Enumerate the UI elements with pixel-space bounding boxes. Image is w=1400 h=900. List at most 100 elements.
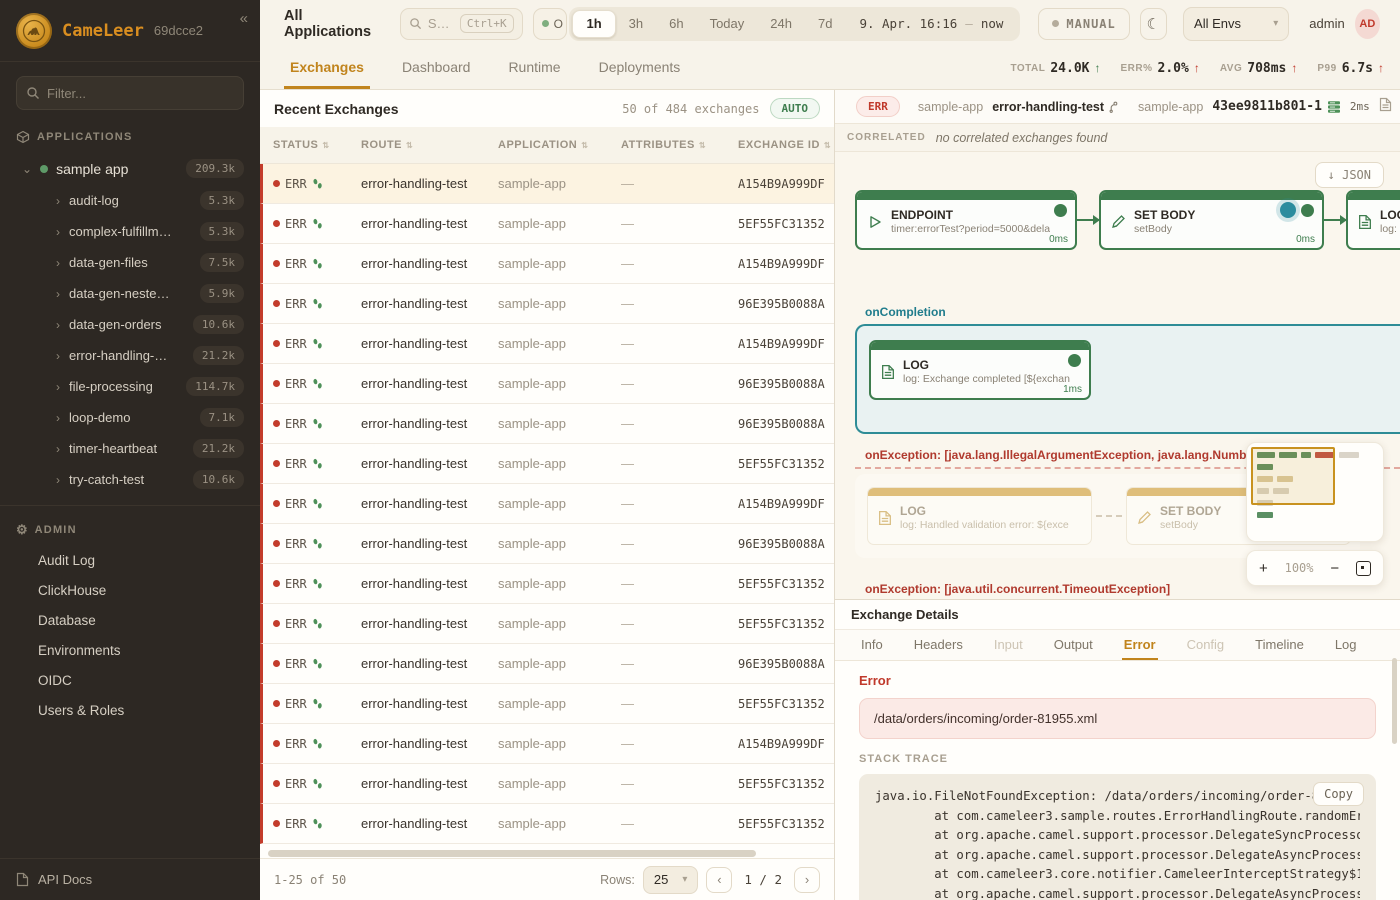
- exchange-id[interactable]: 43ee9811b801-1: [1212, 99, 1341, 114]
- column-header[interactable]: EXCHANGE ID ⇅: [738, 139, 834, 151]
- zoom-out-button[interactable]: −: [1330, 560, 1339, 577]
- table-row[interactable]: ERR error-handling-test sample-app — 96E…: [260, 404, 834, 444]
- horizontal-scrollbar-thumb[interactable]: [268, 850, 756, 857]
- table-row[interactable]: ERR error-handling-test sample-app — A15…: [260, 324, 834, 364]
- node-log[interactable]: LOG log: Sta: [1346, 190, 1400, 250]
- admin-nav-item[interactable]: Users & Roles: [0, 696, 260, 726]
- sidebar-route-item[interactable]: › error-handling-… 21.2k: [0, 340, 260, 371]
- admin-nav-item[interactable]: ClickHouse: [0, 576, 260, 606]
- selected-step-dot[interactable]: [1280, 202, 1296, 218]
- sidebar-route-item[interactable]: › audit-log 5.3k: [0, 185, 260, 216]
- diagram-minimap[interactable]: [1246, 442, 1384, 542]
- search-input[interactable]: [428, 16, 454, 31]
- time-range-button[interactable]: 3h: [616, 10, 656, 38]
- column-header[interactable]: ATTRIBUTES ⇅: [621, 139, 738, 151]
- table-row[interactable]: ERR error-handling-test sample-app — 96E…: [260, 644, 834, 684]
- next-page-button[interactable]: ›: [794, 867, 820, 893]
- column-header[interactable]: APPLICATION ⇅: [498, 139, 621, 151]
- node-title: ENDPOINT: [891, 208, 1050, 222]
- auto-refresh-badge[interactable]: AUTO: [770, 98, 821, 119]
- minimap-viewport[interactable]: [1251, 447, 1335, 505]
- table-row[interactable]: ERR error-handling-test sample-app — 5EF…: [260, 684, 834, 724]
- details-tab[interactable]: Timeline: [1253, 630, 1306, 660]
- sidebar-route-item[interactable]: › file-processing 114.7k: [0, 371, 260, 402]
- admin-nav-item[interactable]: OIDC: [0, 666, 260, 696]
- time-range-display[interactable]: 9. Apr. 16:16 – now: [845, 16, 1017, 31]
- table-row[interactable]: ERR error-handling-test sample-app — A15…: [260, 724, 834, 764]
- sidebar-route-item[interactable]: › complex-fulfillm… 5.3k: [0, 216, 260, 247]
- environment-select[interactable]: All Envs ▾: [1183, 7, 1289, 41]
- sidebar-collapse-icon[interactable]: «: [240, 10, 248, 27]
- details-tab[interactable]: Log: [1333, 630, 1359, 660]
- route-cell: error-handling-test: [361, 216, 498, 231]
- exchange-id-cell: A154B9A999DF: [738, 737, 834, 751]
- table-row[interactable]: ERR error-handling-test sample-app — 5EF…: [260, 764, 834, 804]
- table-row[interactable]: ERR error-handling-test sample-app — A15…: [260, 244, 834, 284]
- table-row[interactable]: ERR error-handling-test sample-app — A15…: [260, 164, 834, 204]
- node-exception-log[interactable]: LOG log: Handled validation error: ${exc…: [867, 487, 1092, 545]
- details-tab[interactable]: Input: [992, 630, 1025, 660]
- route-cell: error-handling-test: [361, 296, 498, 311]
- table-row[interactable]: ERR error-handling-test sample-app — 5EF…: [260, 204, 834, 244]
- zoom-in-button[interactable]: +: [1259, 560, 1268, 577]
- time-range-button[interactable]: 6h: [656, 10, 696, 38]
- details-tab[interactable]: Headers: [912, 630, 965, 660]
- attributes-cell: —: [621, 696, 738, 711]
- table-row[interactable]: ERR error-handling-test sample-app — 5EF…: [260, 564, 834, 604]
- manual-refresh-button[interactable]: MANUAL: [1038, 8, 1129, 40]
- table-row[interactable]: ERR error-handling-test sample-app — 5EF…: [260, 604, 834, 644]
- admin-nav-item[interactable]: Database: [0, 606, 260, 636]
- sidebar-route-item[interactable]: › data-gen-orders 10.6k: [0, 309, 260, 340]
- node-endpoint[interactable]: ENDPOINT timer:errorTest?period=5000&del…: [855, 190, 1077, 250]
- time-range-button[interactable]: 1h: [572, 10, 615, 38]
- api-docs-link[interactable]: API Docs: [0, 858, 260, 900]
- time-range-button[interactable]: 24h: [757, 10, 805, 38]
- route-diagram-canvas[interactable]: ↓ JSON ENDPOINT timer:errorTest?period=5…: [835, 152, 1400, 599]
- node-completion-log[interactable]: LOG log: Exchange completed [${exchan 1m…: [869, 340, 1091, 400]
- details-tab[interactable]: Config: [1185, 630, 1227, 660]
- avatar[interactable]: AD: [1355, 9, 1380, 39]
- nav-tab[interactable]: Dashboard: [396, 47, 477, 89]
- stack-trace-box[interactable]: Copy java.io.FileNotFoundException: /dat…: [859, 774, 1376, 900]
- table-row[interactable]: ERR error-handling-test sample-app — 5EF…: [260, 804, 834, 844]
- copy-button[interactable]: Copy: [1313, 782, 1364, 806]
- filter-input[interactable]: [16, 76, 244, 110]
- sidebar-route-item[interactable]: › try-catch-test 10.6k: [0, 464, 260, 495]
- nav-tab[interactable]: Exchanges: [284, 47, 370, 89]
- column-header[interactable]: ROUTE ⇅: [361, 139, 498, 151]
- download-json-button[interactable]: ↓ JSON: [1315, 162, 1384, 188]
- time-range-button[interactable]: Today: [697, 10, 758, 38]
- sidebar-app-sample-app[interactable]: ⌄ sample app 209.3k: [0, 152, 260, 185]
- document-icon[interactable]: [1379, 97, 1392, 117]
- table-row[interactable]: ERR error-handling-test sample-app — A15…: [260, 484, 834, 524]
- sidebar-route-item[interactable]: › loop-demo 7.1k: [0, 402, 260, 433]
- dark-mode-toggle[interactable]: ☾: [1140, 8, 1167, 40]
- application-cell: sample-app: [498, 456, 621, 471]
- global-search[interactable]: Ctrl+K: [400, 8, 523, 40]
- node-set-body[interactable]: SET BODY setBody 0ms: [1099, 190, 1324, 250]
- column-header[interactable]: STATUS ⇅: [273, 139, 361, 151]
- prev-page-button[interactable]: ‹: [706, 867, 732, 893]
- sidebar-route-item[interactable]: › data-gen-files 7.5k: [0, 247, 260, 278]
- footprints-icon: [312, 618, 323, 630]
- exchange-route-name[interactable]: error-handling-test: [992, 100, 1120, 114]
- table-row[interactable]: ERR error-handling-test sample-app — 96E…: [260, 364, 834, 404]
- live-indicator-toggle[interactable]: O: [533, 8, 568, 40]
- fit-view-button[interactable]: [1356, 561, 1371, 576]
- table-row[interactable]: ERR error-handling-test sample-app — 5EF…: [260, 444, 834, 484]
- time-range-button[interactable]: 7d: [805, 10, 845, 38]
- table-row[interactable]: ERR error-handling-test sample-app — 96E…: [260, 284, 834, 324]
- details-tab[interactable]: Error: [1122, 630, 1158, 660]
- details-tab[interactable]: Output: [1052, 630, 1095, 660]
- nav-tab[interactable]: Runtime: [502, 47, 566, 89]
- rows-per-page-select[interactable]: 25 ▾: [643, 866, 699, 894]
- table-row[interactable]: ERR error-handling-test sample-app — 96E…: [260, 524, 834, 564]
- details-tab[interactable]: Info: [859, 630, 885, 660]
- sidebar-route-item[interactable]: › timer-heartbeat 21.2k: [0, 433, 260, 464]
- sidebar-route-list: › audit-log 5.3k › complex-fulfillm… 5.3…: [0, 185, 260, 495]
- admin-nav-item[interactable]: Environments: [0, 636, 260, 666]
- admin-nav-item[interactable]: Audit Log: [0, 546, 260, 576]
- nav-tab[interactable]: Deployments: [593, 47, 687, 89]
- sidebar-route-item[interactable]: › data-gen-neste… 5.9k: [0, 278, 260, 309]
- vertical-scrollbar-thumb[interactable]: [1392, 658, 1397, 744]
